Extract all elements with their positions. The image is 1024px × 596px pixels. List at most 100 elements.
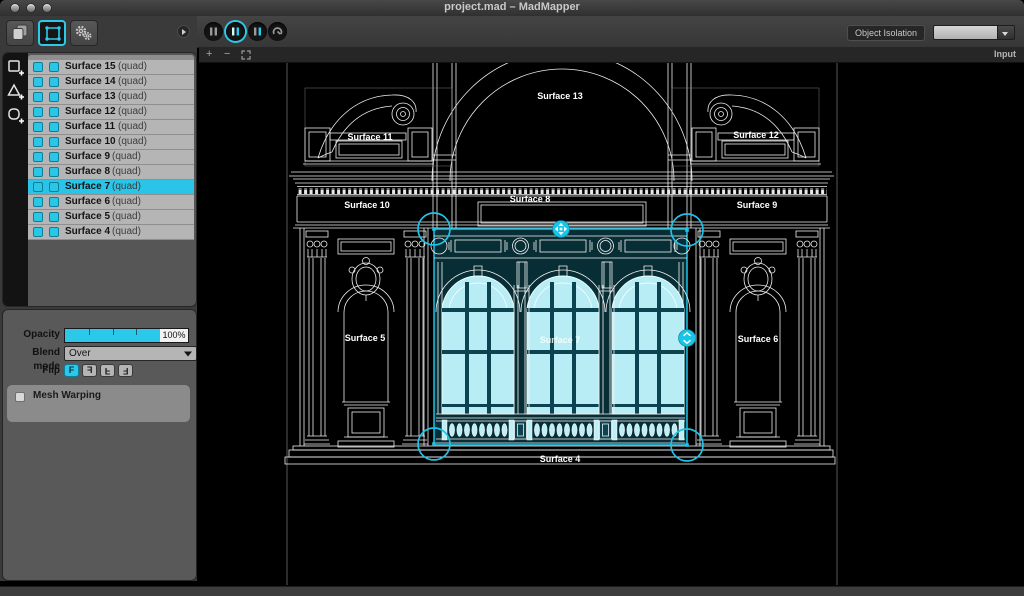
add-triangle-button[interactable] [6, 83, 25, 101]
surface-label: Surface 9 [737, 200, 778, 210]
surface-solo-toggle[interactable] [49, 182, 59, 192]
flip-both-button[interactable]: F [118, 364, 133, 377]
preview-mode-button[interactable] [204, 22, 223, 41]
surface-solo-toggle[interactable] [49, 152, 59, 162]
add-surface-strip [3, 53, 28, 306]
panel-toolbar [0, 16, 197, 50]
surface-list-item[interactable]: Surface 13(quad) [28, 90, 194, 105]
surface-visible-toggle[interactable] [33, 62, 43, 72]
settings-tab-button[interactable] [70, 20, 98, 46]
surface-list-item[interactable]: Surface 5(quad) [28, 210, 194, 225]
opacity-label: Opacity [3, 328, 60, 342]
output-mode-button[interactable] [226, 22, 245, 41]
edge-handle-right[interactable] [679, 330, 696, 347]
flip-vertical-button[interactable]: F [100, 364, 115, 377]
zoom-out-button[interactable]: − [224, 47, 230, 62]
zoom-in-button[interactable]: + [206, 47, 212, 62]
window-glass [442, 276, 684, 414]
output-selector-field[interactable] [933, 25, 997, 40]
surface-type: (quad) [116, 135, 147, 149]
surface-solo-toggle[interactable] [49, 122, 59, 132]
input-tab-label[interactable]: Input [994, 49, 1016, 59]
dial-icon [268, 22, 287, 41]
surface-visible-toggle[interactable] [33, 107, 43, 117]
surface-label: Surface 11 [347, 132, 392, 142]
flip-none-button[interactable]: F [64, 364, 79, 377]
surface-solo-toggle[interactable] [49, 107, 59, 117]
surface-visible-toggle[interactable] [33, 212, 43, 222]
pause-bars-active-icon [226, 22, 245, 41]
surface-type: (quad) [110, 225, 141, 239]
surface-type: (quad) [116, 105, 147, 119]
combo-arrow-icon[interactable] [997, 25, 1015, 40]
fit-view-icon[interactable] [241, 50, 251, 60]
surface-visible-toggle[interactable] [33, 137, 43, 147]
surface-name: Surface 4 [65, 225, 110, 239]
add-quad-button[interactable] [6, 59, 25, 77]
surface-list-item[interactable]: Surface 6(quad) [28, 195, 194, 210]
surface-name: Surface 9 [65, 150, 110, 164]
dropdown-arrow-icon [184, 352, 192, 361]
surface-solo-toggle[interactable] [49, 92, 59, 102]
output-selector[interactable] [933, 25, 1015, 40]
surface-type: (quad) [110, 165, 141, 179]
surface-visible-toggle[interactable] [33, 182, 43, 192]
surface-solo-toggle[interactable] [49, 137, 59, 147]
surface-type: (quad) [110, 180, 141, 194]
surface-list-item[interactable]: Surface 15(quad) [28, 60, 194, 75]
opacity-slider-fill[interactable] [65, 329, 160, 342]
surface-visible-toggle[interactable] [33, 227, 43, 237]
surface-label: Surface 5 [345, 333, 386, 343]
surface-solo-toggle[interactable] [49, 227, 59, 237]
add-circle-button[interactable] [6, 107, 25, 125]
surface-visible-toggle[interactable] [33, 197, 43, 207]
window-title: project.mad – MadMapper [0, 1, 1024, 13]
surface-list-item[interactable]: Surface 10(quad) [28, 135, 194, 150]
surface-list-item[interactable]: Surface 4(quad) [28, 225, 194, 240]
surface-properties-panel: Opacity 100% Blend mode Over Flip F F F … [2, 309, 197, 581]
flip-horizontal-button[interactable]: F [82, 364, 97, 377]
surface-visible-toggle[interactable] [33, 152, 43, 162]
surface-list-item[interactable]: Surface 8(quad) [28, 165, 194, 180]
surface-visible-toggle[interactable] [33, 122, 43, 132]
surface-list-item[interactable]: Surface 12(quad) [28, 105, 194, 120]
mesh-warping-checkbox[interactable] [15, 392, 25, 402]
surface-solo-toggle[interactable] [49, 62, 59, 72]
gauge-mode-button[interactable] [268, 22, 287, 41]
surface-name: Surface 12 [65, 105, 116, 119]
opacity-slider[interactable]: 100% [64, 328, 189, 343]
split-mode-button[interactable] [248, 22, 267, 41]
surface-visible-toggle[interactable] [33, 92, 43, 102]
object-isolation-button[interactable]: Object Isolation [847, 25, 925, 41]
corner-vertex[interactable] [432, 227, 436, 231]
mapping-canvas[interactable]: Surface 13 Surface 11 Surface 12 Surface… [199, 63, 1024, 585]
panel-collapse-button[interactable] [177, 25, 190, 38]
surface-list-item[interactable]: Surface 14(quad) [28, 75, 194, 90]
add-circle-icon [6, 107, 25, 125]
surface-list-item[interactable]: Surface 9(quad) [28, 150, 194, 165]
surface-solo-toggle[interactable] [49, 167, 59, 177]
surface-name: Surface 5 [65, 210, 110, 224]
surface-name: Surface 13 [65, 90, 116, 104]
surface-visible-toggle[interactable] [33, 77, 43, 87]
corner-vertex[interactable] [432, 442, 436, 446]
pages-icon [10, 24, 30, 42]
surface-type: (quad) [116, 120, 147, 134]
surface-solo-toggle[interactable] [49, 212, 59, 222]
surface-name: Surface 7 [65, 180, 110, 194]
surface-label: Surface 6 [738, 334, 779, 344]
corner-vertex[interactable] [685, 228, 689, 232]
surfaces-tab-button[interactable] [38, 20, 66, 46]
blend-mode-dropdown[interactable]: Over [64, 346, 197, 361]
surface-solo-toggle[interactable] [49, 197, 59, 207]
surface-list-item-selected[interactable]: Surface 7(quad) [28, 180, 194, 195]
corner-vertex[interactable] [685, 443, 689, 447]
surface-label: Surface 10 [344, 200, 390, 210]
mesh-warping-label: Mesh Warping [33, 390, 101, 401]
surface-solo-toggle[interactable] [49, 77, 59, 87]
surface-visible-toggle[interactable] [33, 167, 43, 177]
media-tab-button[interactable] [6, 20, 34, 46]
move-handle[interactable] [553, 221, 570, 238]
surface-name: Surface 10 [65, 135, 116, 149]
surface-list-item[interactable]: Surface 11(quad) [28, 120, 194, 135]
